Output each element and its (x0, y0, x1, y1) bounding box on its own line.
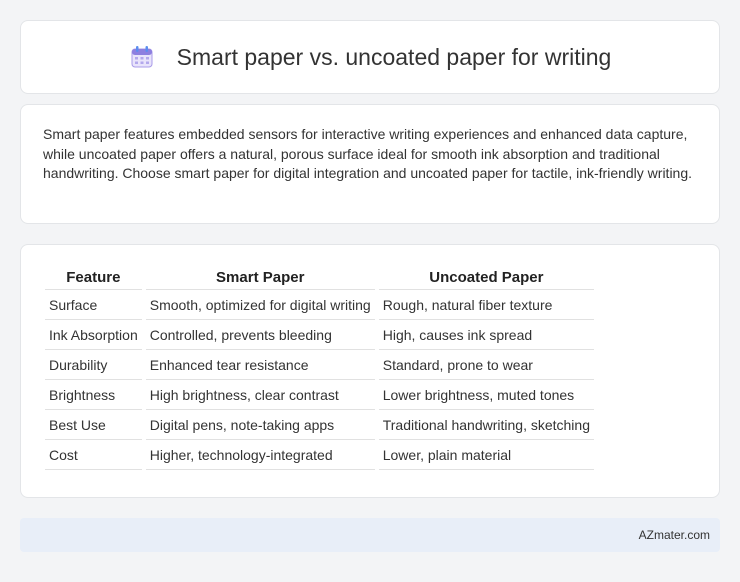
table-cell: Cost (45, 440, 142, 470)
footer-brand[interactable]: AZmater.com (639, 528, 710, 542)
table-cell: Brightness (45, 380, 142, 410)
comparison-card: Feature Smart Paper Uncoated Paper Surfa… (20, 244, 720, 498)
table-row: Surface Smooth, optimized for digital wr… (45, 290, 594, 320)
table-cell: High, causes ink spread (378, 320, 594, 350)
table-row: Durability Enhanced tear resistance Stan… (45, 350, 594, 380)
intro-text: Smart paper features embedded sensors fo… (43, 126, 693, 181)
column-header: Smart Paper (145, 265, 375, 290)
intro-card: Smart paper features embedded sensors fo… (20, 104, 720, 224)
table-cell: Rough, natural fiber texture (378, 290, 594, 320)
footer-bar: AZmater.com (20, 518, 720, 552)
calendar-icon (131, 46, 153, 68)
column-header: Feature (45, 265, 142, 290)
table-cell: Standard, prone to wear (378, 350, 594, 380)
table-row: Ink Absorption Controlled, prevents blee… (45, 320, 594, 350)
table-cell: Lower brightness, muted tones (378, 380, 594, 410)
table-cell: Digital pens, note-taking apps (145, 410, 375, 440)
table-cell: Enhanced tear resistance (145, 350, 375, 380)
table-cell: Controlled, prevents bleeding (145, 320, 375, 350)
table-cell: Smooth, optimized for digital writing (145, 290, 375, 320)
table-cell: Surface (45, 290, 142, 320)
title-card: Smart paper vs. uncoated paper for writi… (20, 20, 720, 94)
column-header: Uncoated Paper (378, 265, 594, 290)
table-cell: Higher, technology-integrated (145, 440, 375, 470)
table-cell: Traditional handwriting, sketching (378, 410, 594, 440)
comparison-table: Feature Smart Paper Uncoated Paper Surfa… (41, 265, 598, 470)
table-row: Brightness High brightness, clear contra… (45, 380, 594, 410)
page-title: Smart paper vs. uncoated paper for writi… (176, 43, 612, 70)
table-row: Best Use Digital pens, note-taking apps … (45, 410, 594, 440)
table-cell: Best Use (45, 410, 142, 440)
table-cell: High brightness, clear contrast (145, 380, 375, 410)
table-cell: Durability (45, 350, 142, 380)
table-cell: Lower, plain material (378, 440, 594, 470)
table-cell: Ink Absorption (45, 320, 142, 350)
table-header-row: Feature Smart Paper Uncoated Paper (45, 265, 594, 290)
table-row: Cost Higher, technology-integrated Lower… (45, 440, 594, 470)
